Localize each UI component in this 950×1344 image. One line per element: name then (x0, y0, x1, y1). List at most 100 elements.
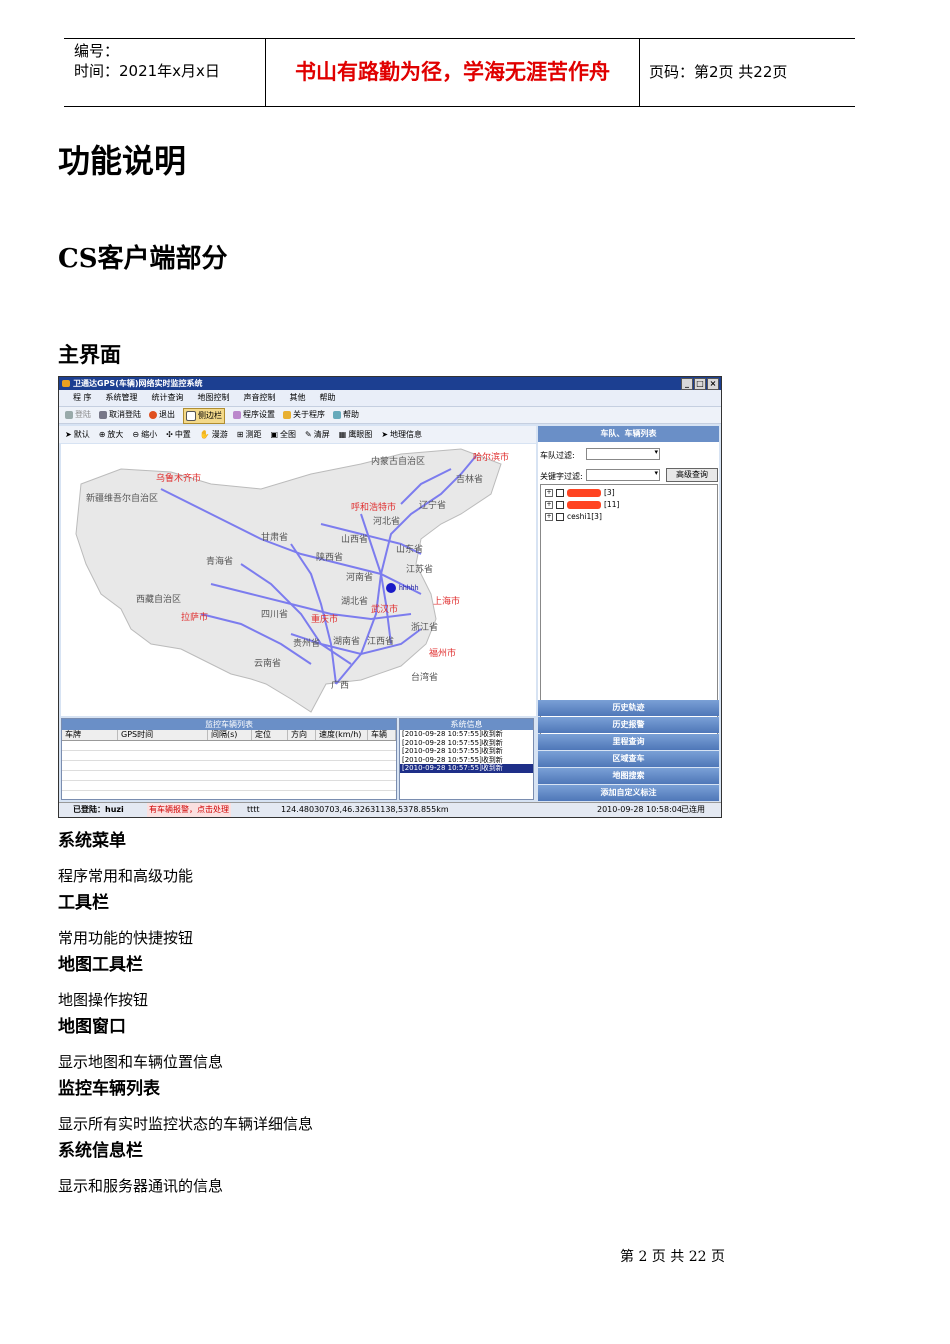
checkbox[interactable] (556, 512, 564, 521)
expand-icon[interactable]: + (545, 488, 553, 497)
logout-button[interactable]: 取消登陆 (99, 407, 141, 423)
mileage-query-button[interactable]: 里程查询 (538, 734, 719, 750)
map-tool-clear[interactable]: ✎ 清屏 (305, 426, 330, 443)
map-label: 甘肃省 (261, 531, 288, 542)
checkbox[interactable] (556, 488, 564, 497)
sysinfo-title: 系统信息 (400, 719, 533, 730)
map-label: 江西省 (367, 635, 394, 646)
column-header[interactable]: 速度(km/h) (316, 730, 368, 740)
vehicle-marker[interactable] (386, 583, 396, 593)
tree-node[interactable]: + [3] (545, 488, 615, 497)
map-tool-center[interactable]: ✣ 中置 (166, 426, 191, 443)
map-label: 吉林省 (456, 473, 483, 484)
eagle-eye-icon: ▦ (338, 430, 347, 439)
status-bar: 已登陆：huzi 有车辆报警，点击处理 tttt 124.48030703,46… (59, 802, 721, 817)
map-tool-default[interactable]: ➤ 默认 (65, 426, 90, 443)
settings-button[interactable]: 程序设置 (233, 407, 275, 423)
menu-item[interactable]: 帮助 (320, 390, 336, 406)
column-header[interactable]: 车牌 (62, 730, 118, 740)
function-buttons: 历史轨迹 历史报警 里程查询 区域查车 地图搜索 添加自定义标注 (538, 700, 719, 802)
toolbar-label: 关于程序 (293, 410, 325, 419)
alarm-link[interactable]: 有车辆报警，点击处理 (147, 803, 231, 817)
sysinfo-row[interactable]: [2010-09-28 10:57:55]收到新 (400, 756, 533, 765)
map-label: 辽宁省 (419, 499, 446, 510)
menu-item[interactable]: 声音控制 (244, 390, 276, 406)
history-alarm-button[interactable]: 历史报警 (538, 717, 719, 733)
history-track-button[interactable]: 历史轨迹 (538, 700, 719, 716)
menu-item[interactable]: 系统管理 (106, 390, 138, 406)
about-button[interactable]: 关于程序 (283, 407, 325, 423)
area-search-button[interactable]: 区域查车 (538, 751, 719, 767)
add-marker-button[interactable]: 添加自定义标注 (538, 785, 719, 801)
vehicle-label: hhhhh (399, 585, 419, 592)
coordinate-readout: 124.48030703,46.32631138,5378.855km (281, 805, 449, 814)
menu-item[interactable]: 统计查询 (152, 390, 184, 406)
menu-item[interactable]: 其他 (290, 390, 306, 406)
map-label: 湖北省 (341, 595, 368, 606)
map-label: 江苏省 (406, 563, 433, 574)
sysinfo-row[interactable]: [2010-09-28 10:57:55]收到新 (400, 739, 533, 748)
section-text: 程序常用和高级功能 (58, 867, 194, 885)
tree-node[interactable]: + [11] (545, 500, 619, 509)
section-title: 系统信息栏 (58, 1141, 143, 1161)
map-tool-label: 放大 (107, 430, 124, 439)
section-title: 监控车辆列表 (58, 1079, 160, 1099)
column-header[interactable]: GPS时间 (118, 730, 208, 740)
expand-icon[interactable]: + (545, 512, 553, 521)
map-tool-label: 地理信息 (390, 430, 423, 439)
tree-node[interactable]: + ceshi1[3] (545, 512, 602, 521)
menu-item[interactable]: 程 序 (73, 390, 92, 406)
system-info-panel: 系统信息 [2010-09-28 10:57:55]收到新 [2010-09-2… (399, 718, 534, 800)
map-tool-eagle-eye[interactable]: ▦ 鹰眼图 (339, 426, 373, 443)
login-button[interactable]: 登陆 (65, 407, 91, 423)
column-header[interactable]: 方向 (288, 730, 316, 740)
map-label: 四川省 (261, 608, 288, 619)
fleet-filter-select[interactable]: ▾ (586, 448, 660, 460)
map-window[interactable]: 内蒙古自治区 哈尔滨市 乌鲁木齐市 新疆维吾尔自治区 吉林省 呼和浩特市 辽宁省… (61, 444, 536, 716)
map-label: 浙江省 (411, 621, 438, 632)
window-titlebar: 卫通达GPS(车辆)网络实时监控系统 _ □ × (59, 377, 721, 390)
section-title: 工具栏 (58, 893, 109, 913)
map-tool-label: 全图 (280, 430, 297, 439)
menu-item[interactable]: 地图控制 (198, 390, 230, 406)
close-icon[interactable]: × (707, 378, 719, 390)
map-tool-zoom-in[interactable]: ⊕ 放大 (99, 426, 124, 443)
fleet-panel: 车队、车辆列表 车队过滤: ▾ 关键字过滤: ▾ 高级查询 + [3] + [11]… (538, 426, 719, 748)
map-tool-zoom-out[interactable]: ⊖ 缩小 (132, 426, 157, 443)
sidebar-toggle-button[interactable]: 侧边栏 (183, 408, 225, 424)
map-tool-measure[interactable]: ⊞ 测距 (237, 426, 262, 443)
toolbar-label: 帮助 (343, 410, 359, 419)
toolbar-label: 退出 (159, 410, 175, 419)
advanced-query-button[interactable]: 高级查询 (666, 468, 718, 482)
map-tool-geo-info[interactable]: ➤ 地理信息 (381, 426, 422, 443)
maximize-icon[interactable]: □ (694, 378, 706, 390)
section-title: 地图窗口 (58, 1017, 126, 1037)
map-label: 山东省 (396, 543, 423, 554)
map-search-button[interactable]: 地图搜索 (538, 768, 719, 784)
sysinfo-row-selected[interactable]: [2010-09-28 10:57:55]收到新 (400, 764, 533, 773)
column-header[interactable]: 定位 (252, 730, 288, 740)
map-label: 西藏自治区 (136, 593, 181, 604)
checkbox[interactable] (556, 500, 564, 509)
map-label: 内蒙古自治区 (371, 455, 425, 466)
user-icon (65, 411, 73, 419)
column-header[interactable]: 车辆 (368, 730, 396, 740)
exit-button[interactable]: 退出 (149, 407, 175, 423)
zoom-in-icon: ⊕ (98, 430, 106, 439)
column-header[interactable]: 间隔(s) (208, 730, 252, 740)
map-label: 乌鲁木齐市 (156, 472, 201, 483)
status-datetime: 2010-09-28 10:58:04 (597, 805, 682, 814)
help-button[interactable]: 帮助 (333, 407, 359, 423)
map-label: 呼和浩特市 (351, 501, 396, 512)
page-footer: 第 2 页 共 22 页 (620, 1249, 725, 1265)
sysinfo-row[interactable]: [2010-09-28 10:57:55]收到新 (400, 730, 533, 739)
sysinfo-row[interactable]: [2010-09-28 10:57:55]收到新 (400, 747, 533, 756)
expand-icon[interactable]: + (545, 500, 553, 509)
section-text: 显示和服务器通讯的信息 (58, 1177, 224, 1195)
map-tool-full[interactable]: ▣ 全图 (270, 426, 296, 443)
minimize-icon[interactable]: _ (681, 378, 693, 390)
monitor-grid[interactable] (62, 741, 396, 791)
keyword-filter-select[interactable]: ▾ (586, 469, 660, 481)
map-tool-pan[interactable]: ✋ 漫游 (200, 426, 228, 443)
fleet-panel-title: 车队、车辆列表 (538, 426, 719, 442)
